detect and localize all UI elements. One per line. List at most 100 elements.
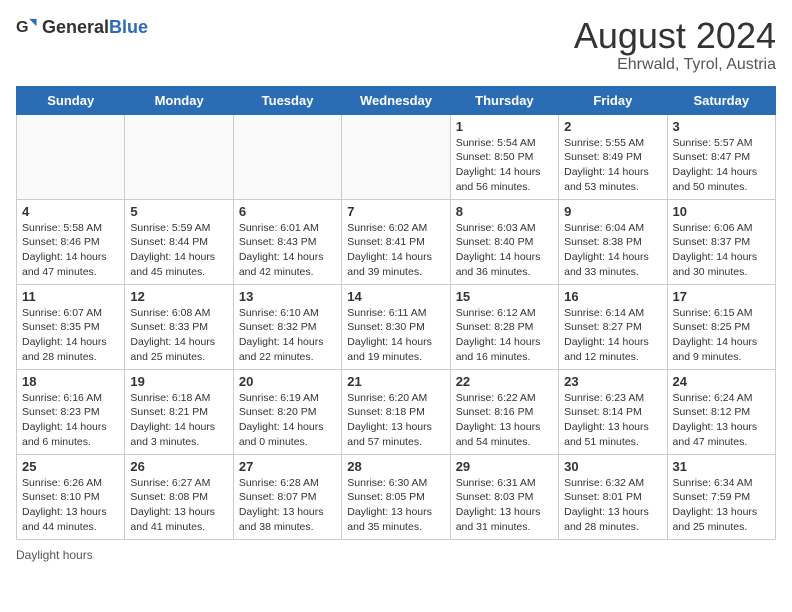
day-info: Sunrise: 6:03 AMSunset: 8:40 PMDaylight:… — [456, 221, 553, 280]
calendar-cell: 4 Sunrise: 5:58 AMSunset: 8:46 PMDaylight… — [17, 199, 125, 284]
day-number: 31 — [673, 459, 770, 474]
calendar-cell: 19 Sunrise: 6:18 AMSunset: 8:21 PMDayligh… — [125, 369, 233, 454]
calendar-cell: 21 Sunrise: 6:20 AMSunset: 8:18 PMDayligh… — [342, 369, 450, 454]
page-subtitle: Ehrwald, Tyrol, Austria — [574, 56, 776, 74]
day-info: Sunrise: 6:31 AMSunset: 8:03 PMDaylight:… — [456, 476, 553, 535]
calendar-cell: 7Sunrise: 6:02 AMSunset: 8:41 PMDaylight… — [342, 199, 450, 284]
title-area: August 2024 Ehrwald, Tyrol, Austria — [574, 16, 776, 74]
day-number: 19 — [130, 374, 227, 389]
day-number: 1 — [456, 119, 553, 134]
day-header-tuesday: Tuesday — [233, 86, 341, 114]
day-number: 4 — [22, 204, 119, 219]
calendar-cell: 20 Sunrise: 6:19 AMSunset: 8:20 PMDayligh… — [233, 369, 341, 454]
day-info: Sunrise: 6:12 AMSunset: 8:28 PMDaylight:… — [456, 306, 553, 365]
day-header-friday: Friday — [559, 86, 667, 114]
day-number: 15 — [456, 289, 553, 304]
calendar-table: SundayMondayTuesdayWednesdayThursdayFrid… — [16, 86, 776, 540]
day-header-sunday: Sunday — [17, 86, 125, 114]
day-number: 8 — [456, 204, 553, 219]
calendar-cell — [17, 114, 125, 199]
day-number: 22 — [456, 374, 553, 389]
logo-icon: G — [16, 16, 38, 38]
logo-general: General — [42, 17, 109, 37]
calendar-cell: 3Sunrise: 5:57 AMSunset: 8:47 PMDaylight… — [667, 114, 775, 199]
calendar-cell: 5 Sunrise: 5:59 AMSunset: 8:44 PMDaylight… — [125, 199, 233, 284]
day-number: 5 — [130, 204, 227, 219]
calendar-cell: 12 Sunrise: 6:08 AMSunset: 8:33 PMDayligh… — [125, 284, 233, 369]
page-title: August 2024 — [574, 16, 776, 56]
day-number: 27 — [239, 459, 336, 474]
calendar-cell: 1 Sunrise: 5:54 AMSunset: 8:50 PMDaylight… — [450, 114, 558, 199]
calendar-cell: 15 Sunrise: 6:12 AMSunset: 8:28 PMDayligh… — [450, 284, 558, 369]
day-info: Sunrise: 6:15 AMSunset: 8:25 PMDaylight:… — [673, 306, 770, 365]
day-header-wednesday: Wednesday — [342, 86, 450, 114]
day-number: 3 — [673, 119, 770, 134]
day-info: Sunrise: 6:10 AMSunset: 8:32 PMDaylight:… — [239, 306, 336, 365]
calendar-cell: 8 Sunrise: 6:03 AMSunset: 8:40 PMDaylight… — [450, 199, 558, 284]
day-number: 17 — [673, 289, 770, 304]
day-info: Sunrise: 5:59 AMSunset: 8:44 PMDaylight:… — [130, 221, 227, 280]
calendar-cell: 6 Sunrise: 6:01 AMSunset: 8:43 PMDaylight… — [233, 199, 341, 284]
day-number: 6 — [239, 204, 336, 219]
day-info: Sunrise: 6:19 AMSunset: 8:20 PMDaylight:… — [239, 391, 336, 450]
day-number: 21 — [347, 374, 444, 389]
calendar-cell — [342, 114, 450, 199]
calendar-cell: 29 Sunrise: 6:31 AMSunset: 8:03 PMDayligh… — [450, 454, 558, 539]
day-number: 23 — [564, 374, 661, 389]
calendar-cell: 16Sunrise: 6:14 AMSunset: 8:27 PMDayligh… — [559, 284, 667, 369]
day-info: Sunrise: 6:18 AMSunset: 8:21 PMDaylight:… — [130, 391, 227, 450]
calendar-cell: 18Sunrise: 6:16 AMSunset: 8:23 PMDayligh… — [17, 369, 125, 454]
day-info: Sunrise: 6:30 AMSunset: 8:05 PMDaylight:… — [347, 476, 444, 535]
page-header: G GeneralBlue August 2024 Ehrwald, Tyrol… — [16, 16, 776, 74]
day-info: Sunrise: 6:20 AMSunset: 8:18 PMDaylight:… — [347, 391, 444, 450]
day-number: 10 — [673, 204, 770, 219]
day-info: Sunrise: 6:11 AMSunset: 8:30 PMDaylight:… — [347, 306, 444, 365]
day-number: 13 — [239, 289, 336, 304]
day-info: Sunrise: 5:58 AMSunset: 8:46 PMDaylight:… — [22, 221, 119, 280]
day-number: 2 — [564, 119, 661, 134]
calendar-cell: 26 Sunrise: 6:27 AMSunset: 8:08 PMDayligh… — [125, 454, 233, 539]
day-info: Sunrise: 5:55 AMSunset: 8:49 PMDaylight:… — [564, 136, 661, 195]
calendar-cell: 28 Sunrise: 6:30 AMSunset: 8:05 PMDayligh… — [342, 454, 450, 539]
calendar-cell: 13 Sunrise: 6:10 AMSunset: 8:32 PMDayligh… — [233, 284, 341, 369]
calendar-cell: 9Sunrise: 6:04 AMSunset: 8:38 PMDaylight… — [559, 199, 667, 284]
day-number: 9 — [564, 204, 661, 219]
footer-note: Daylight hours — [16, 548, 776, 562]
calendar-cell: 2 Sunrise: 5:55 AMSunset: 8:49 PMDaylight… — [559, 114, 667, 199]
day-info: Sunrise: 6:07 AMSunset: 8:35 PMDaylight:… — [22, 306, 119, 365]
calendar-cell: 10Sunrise: 6:06 AMSunset: 8:37 PMDayligh… — [667, 199, 775, 284]
day-number: 16 — [564, 289, 661, 304]
calendar-cell: 23 Sunrise: 6:23 AMSunset: 8:14 PMDayligh… — [559, 369, 667, 454]
day-number: 12 — [130, 289, 227, 304]
day-info: Sunrise: 6:34 AMSunset: 7:59 PMDaylight:… — [673, 476, 770, 535]
day-info: Sunrise: 6:01 AMSunset: 8:43 PMDaylight:… — [239, 221, 336, 280]
calendar-cell — [125, 114, 233, 199]
day-number: 18 — [22, 374, 119, 389]
calendar-cell: 17 Sunrise: 6:15 AMSunset: 8:25 PMDayligh… — [667, 284, 775, 369]
day-header-monday: Monday — [125, 86, 233, 114]
day-info: Sunrise: 6:22 AMSunset: 8:16 PMDaylight:… — [456, 391, 553, 450]
logo: G GeneralBlue — [16, 16, 148, 38]
day-number: 25 — [22, 459, 119, 474]
day-info: Sunrise: 6:24 AMSunset: 8:12 PMDaylight:… — [673, 391, 770, 450]
calendar-cell: 30Sunrise: 6:32 AMSunset: 8:01 PMDayligh… — [559, 454, 667, 539]
day-info: Sunrise: 6:08 AMSunset: 8:33 PMDaylight:… — [130, 306, 227, 365]
day-info: Sunrise: 6:32 AMSunset: 8:01 PMDaylight:… — [564, 476, 661, 535]
day-info: Sunrise: 6:23 AMSunset: 8:14 PMDaylight:… — [564, 391, 661, 450]
day-number: 14 — [347, 289, 444, 304]
day-header-saturday: Saturday — [667, 86, 775, 114]
day-number: 11 — [22, 289, 119, 304]
day-number: 20 — [239, 374, 336, 389]
logo-blue: Blue — [109, 17, 148, 37]
day-info: Sunrise: 6:26 AMSunset: 8:10 PMDaylight:… — [22, 476, 119, 535]
day-number: 28 — [347, 459, 444, 474]
calendar-cell — [233, 114, 341, 199]
calendar-cell: 25 Sunrise: 6:26 AMSunset: 8:10 PMDayligh… — [17, 454, 125, 539]
day-number: 7 — [347, 204, 444, 219]
day-info: Sunrise: 5:54 AMSunset: 8:50 PMDaylight:… — [456, 136, 553, 195]
day-number: 29 — [456, 459, 553, 474]
day-number: 26 — [130, 459, 227, 474]
day-info: Sunrise: 6:27 AMSunset: 8:08 PMDaylight:… — [130, 476, 227, 535]
calendar-cell: 11 Sunrise: 6:07 AMSunset: 8:35 PMDayligh… — [17, 284, 125, 369]
svg-text:G: G — [16, 18, 29, 36]
